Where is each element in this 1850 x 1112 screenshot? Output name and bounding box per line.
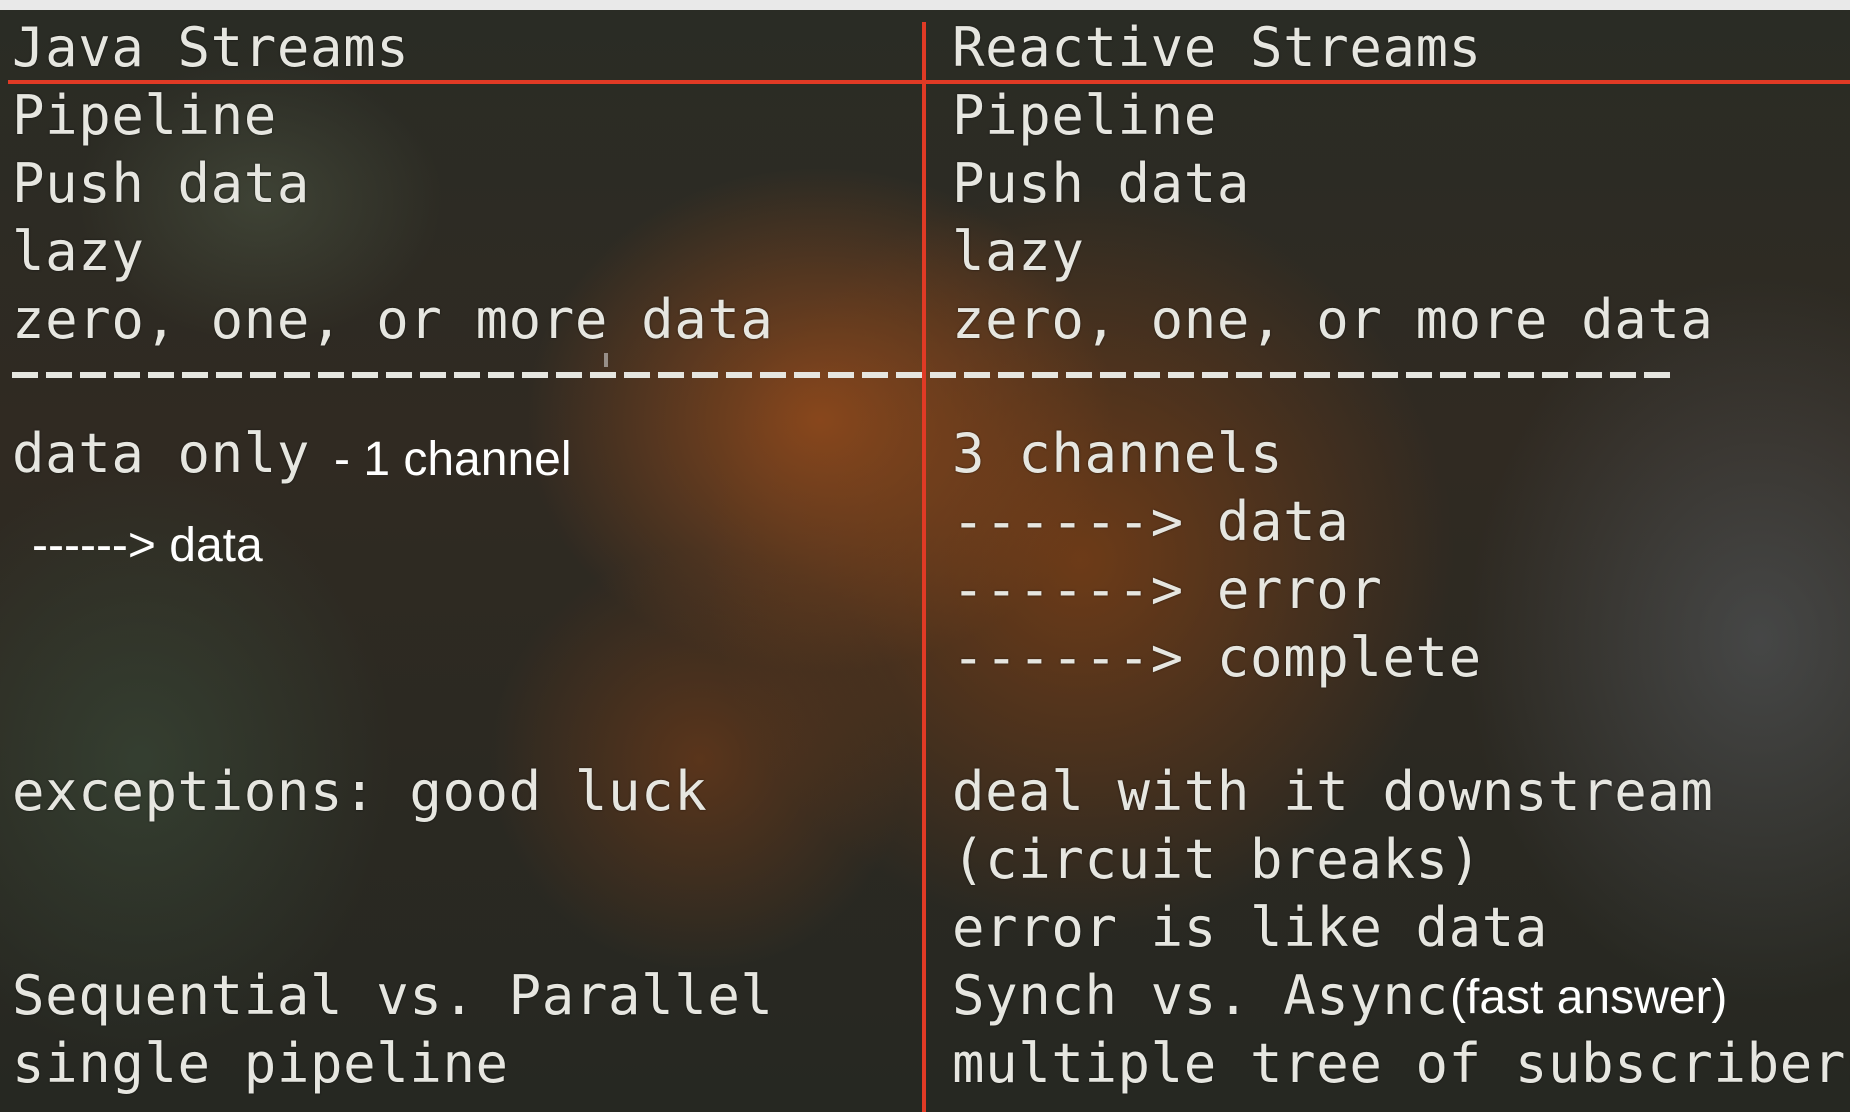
right-deal-downstream: deal with it downstream <box>952 760 1714 823</box>
left-sequential-parallel: Sequential vs. Parallel <box>12 964 774 1027</box>
right-synch-async: Synch vs. Async <box>952 964 1449 1027</box>
left-row-lazy: lazy <box>12 220 145 283</box>
left-channel-note: - 1 channel <box>334 433 572 486</box>
left-arrow-data: ------> data <box>32 519 263 572</box>
slide-background: Java Streams Pipeline Push data lazy zer… <box>0 0 1850 1112</box>
column-divider <box>922 22 926 1112</box>
left-row-push-data: Push data <box>12 152 310 215</box>
header-divider <box>8 80 1850 84</box>
right-multiple-tree: multiple tree of subscribers <box>952 1032 1850 1095</box>
right-row-lazy: lazy <box>952 220 1085 283</box>
right-arrow-error: ------> error <box>952 558 1383 621</box>
left-single-pipeline: single pipeline <box>12 1032 509 1095</box>
right-row-push-data: Push data <box>952 152 1250 215</box>
right-row-pipeline: Pipeline <box>952 84 1217 147</box>
left-exceptions: exceptions: good luck <box>12 760 708 823</box>
left-row-zero-one-more: zero, one, or more data <box>12 288 774 351</box>
text-cursor <box>604 353 608 367</box>
right-fast-answer-note: (fast answer) <box>1450 971 1728 1024</box>
left-data-only: data only <box>12 422 310 485</box>
right-row-zero-one-more: zero, one, or more data <box>952 288 1714 351</box>
header-reactive-streams: Reactive Streams <box>952 16 1482 79</box>
header-java-streams: Java Streams <box>12 16 410 79</box>
left-row-pipeline: Pipeline <box>12 84 277 147</box>
dashed-separator <box>12 372 1672 378</box>
right-arrow-complete: ------> complete <box>952 626 1482 689</box>
right-arrow-data: ------> data <box>952 490 1350 553</box>
window-top-strip <box>0 0 1850 10</box>
right-circuit-breaks: (circuit breaks) <box>952 828 1482 891</box>
right-error-like-data: error is like data <box>952 896 1548 959</box>
right-three-channels: 3 channels <box>952 422 1284 485</box>
